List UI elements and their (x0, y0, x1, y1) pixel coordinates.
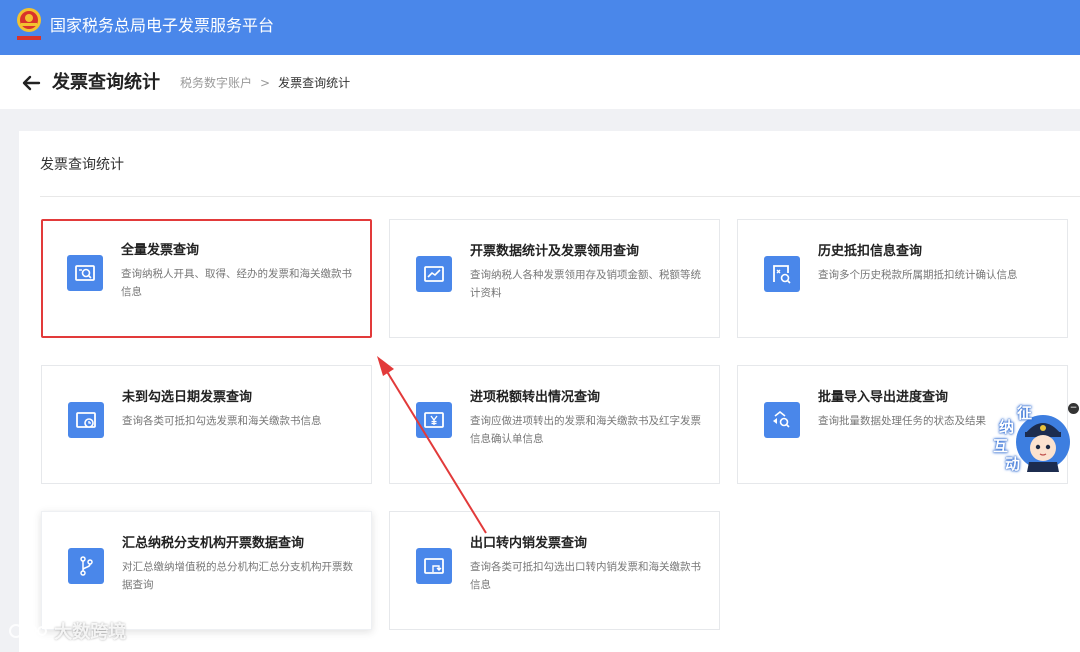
card-title: 未到勾选日期发票查询 (122, 390, 253, 405)
card-title: 汇总纳税分支机构开票数据查询 (122, 536, 305, 551)
clock-icon (68, 402, 104, 438)
top-bar: 国家税务总局电子发票服务平台 (0, 0, 1080, 55)
assistant-label-char: 纳 (999, 418, 1015, 436)
card-export-domestic-query[interactable]: 出口转内销发票查询 查询各类可抵扣勾选出口转内销发票和海关缴款书信息 (389, 511, 720, 630)
card-description: 查询各类可抵扣勾选出口转内销发票和海关缴款书信息 (470, 561, 701, 591)
document-search-icon (764, 256, 800, 292)
yen-icon (416, 402, 452, 438)
divider (40, 196, 1080, 197)
card-unchecked-invoice-query[interactable]: 未到勾选日期发票查询 查询各类可抵扣勾选发票和海关缴款书信息 (41, 365, 372, 484)
invoice-search-icon (67, 255, 103, 291)
card-full-invoice-query[interactable]: 全量发票查询 查询纳税人开具、取得、经办的发票和海关缴款书信息 (41, 219, 372, 338)
breadcrumb-item-current: 发票查询统计 (278, 76, 351, 90)
branch-icon (68, 548, 104, 584)
panel-title: 发票查询统计 (40, 157, 124, 173)
card-billing-stats-query[interactable]: 开票数据统计及发票领用查询 查询纳税人各种发票领用存及销项金额、税额等统计资料 (389, 219, 720, 338)
card-input-tax-transfer-query[interactable]: 进项税额转出情况查询 查询应做进项转出的发票和海关缴款书及红字发票信息确认单信息 (389, 365, 720, 484)
watermark-text: 大数跨境 (54, 622, 127, 643)
assistant-widget[interactable]: 征 纳 互 动 (985, 396, 1077, 476)
card-title: 全量发票查询 (121, 243, 200, 258)
breadcrumb: 税务数字账户 > 发票查询统计 (180, 75, 350, 91)
card-description: 查询应做进项转出的发票和海关缴款书及红字发票信息确认单信息 (470, 415, 701, 445)
main-panel: 发票查询统计 全量发票查询 查询纳税人开具、取得、经办的发票和海关缴款书信息 开… (19, 131, 1080, 652)
breadcrumb-item-tax-account[interactable]: 税务数字账户 (180, 76, 252, 90)
page-header: 发票查询统计 税务数字账户 > 发票查询统计 (0, 55, 1080, 109)
assistant-label-char: 征 (1017, 404, 1033, 422)
transfer-search-icon (764, 402, 800, 438)
card-description: 查询各类可抵扣勾选发票和海关缴款书信息 (122, 415, 322, 427)
assistant-close-button[interactable]: − (1068, 403, 1079, 414)
watermark: 大数跨境 (8, 618, 126, 644)
card-history-deduction-query[interactable]: 历史抵扣信息查询 查询多个历史税款所属期抵扣统计确认信息 (737, 219, 1068, 338)
tax-emblem-logo (17, 8, 41, 40)
breadcrumb-separator: > (260, 76, 271, 90)
card-description: 查询纳税人各种发票领用存及销项金额、税额等统计资料 (470, 269, 701, 299)
trend-chart-icon (416, 256, 452, 292)
card-title: 出口转内销发票查询 (470, 536, 588, 551)
card-title: 进项税额转出情况查询 (470, 390, 601, 405)
card-title: 开票数据统计及发票领用查询 (470, 244, 640, 259)
card-title: 历史抵扣信息查询 (818, 244, 923, 259)
card-branch-billing-query[interactable]: 汇总纳税分支机构开票数据查询 对汇总缴纳增值税的总分机构汇总分支机构开票数据查询 (41, 511, 372, 630)
card-description: 查询纳税人开具、取得、经办的发票和海关缴款书信息 (121, 268, 352, 298)
card-title: 批量导入导出进度查询 (818, 390, 949, 405)
assistant-label-char: 动 (1005, 455, 1021, 473)
back-arrow-icon[interactable] (20, 72, 42, 94)
card-description: 查询多个历史税款所属期抵扣统计确认信息 (818, 269, 1018, 281)
card-description: 对汇总缴纳增值税的总分机构汇总分支机构开票数据查询 (122, 561, 353, 591)
return-arrow-icon (416, 548, 452, 584)
page-title: 发票查询统计 (52, 72, 160, 93)
app-title: 国家税务总局电子发票服务平台 (50, 16, 275, 35)
watermark-logo-icon (9, 624, 47, 638)
